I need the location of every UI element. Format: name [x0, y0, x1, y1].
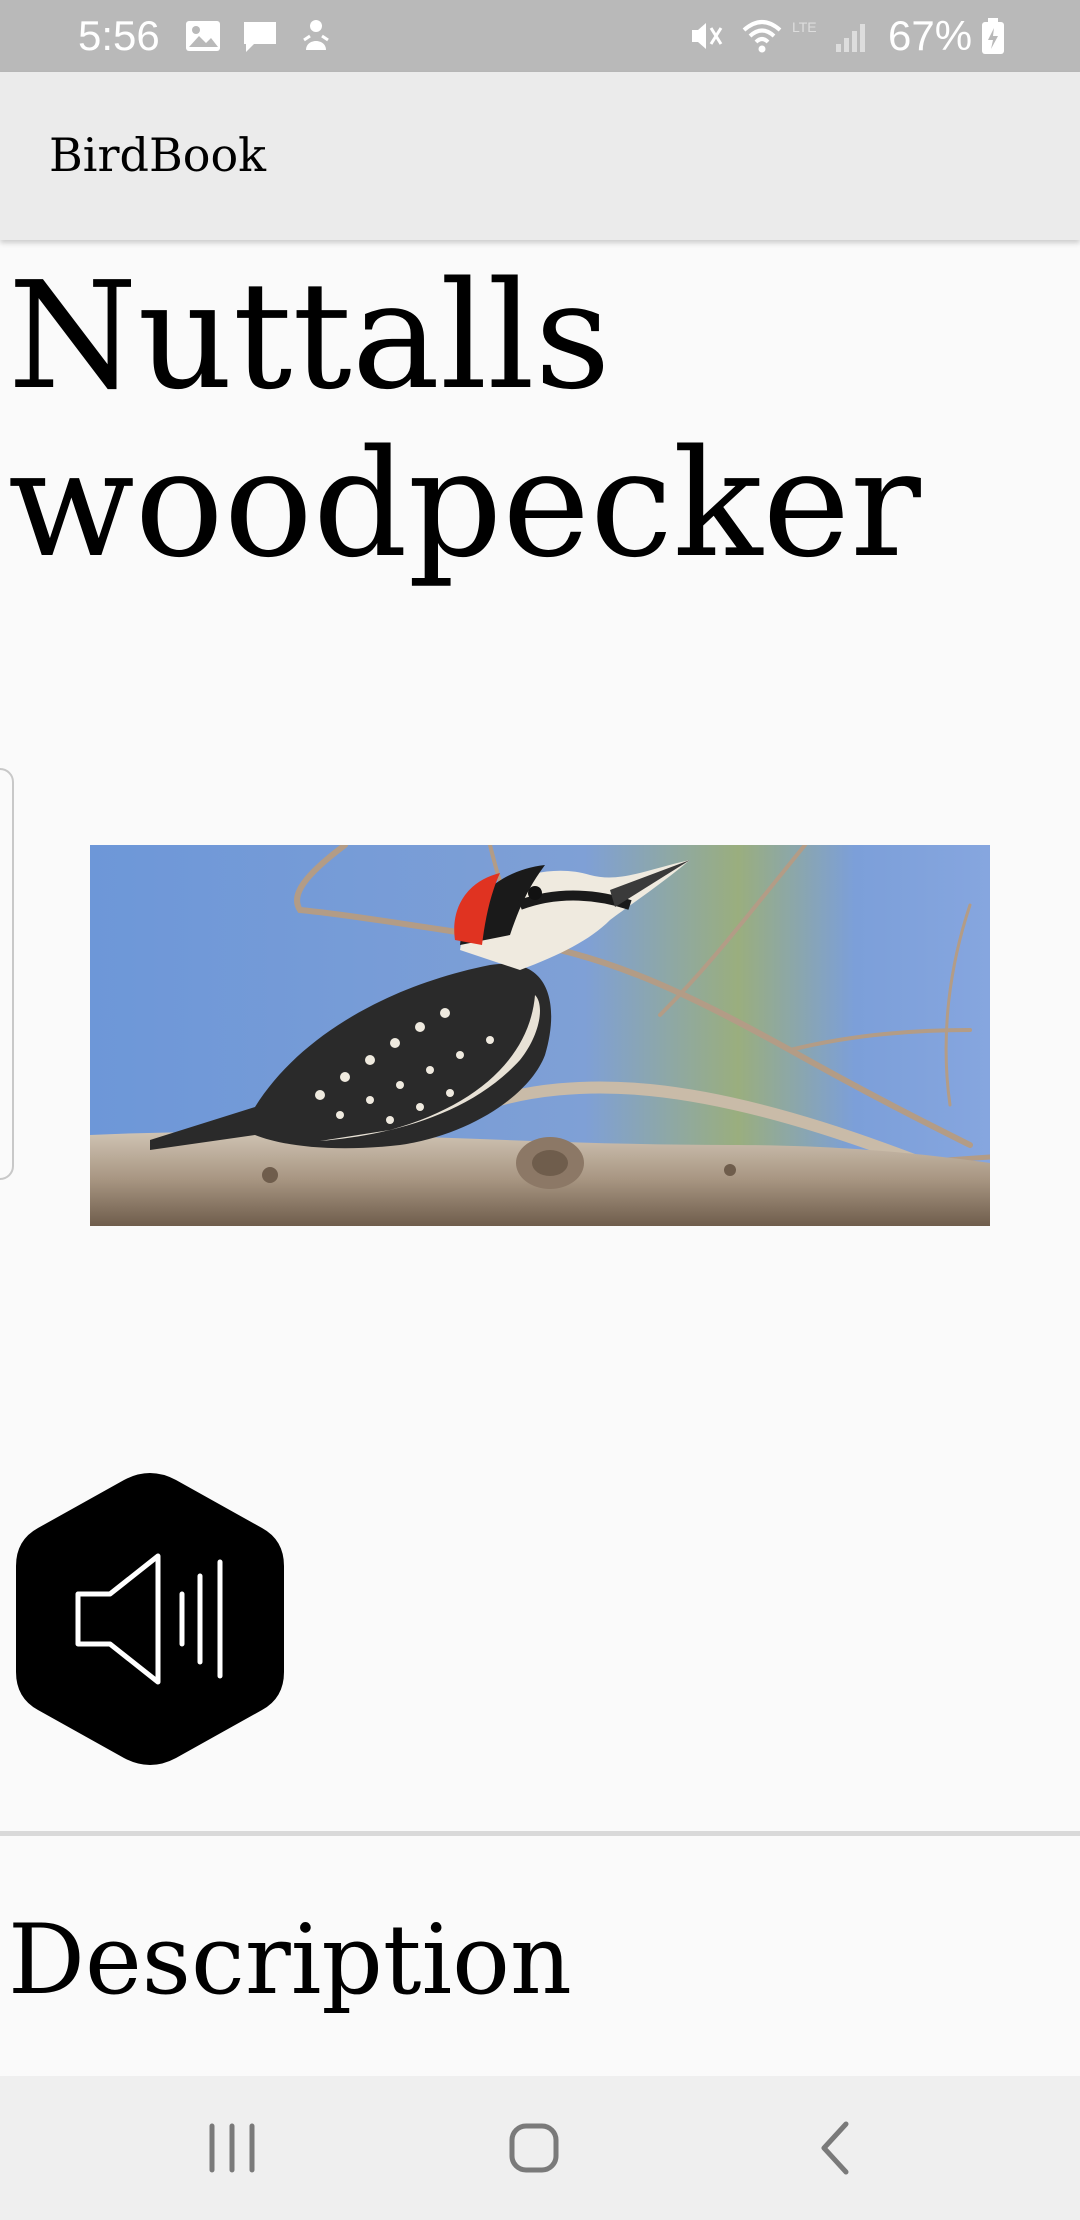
message-icon: [244, 22, 276, 52]
bird-name: Nuttalls woodpecker: [8, 250, 921, 590]
app-title: BirdBook: [49, 128, 267, 182]
mute-icon: [692, 23, 723, 49]
battery-icon: [982, 18, 1004, 54]
woodpecker-illustration: [90, 845, 990, 1226]
back-icon[interactable]: [800, 2112, 872, 2184]
battery-percent: 67%: [888, 12, 973, 59]
navigation-bar: [0, 2076, 1080, 2220]
gallery-icon: [186, 21, 220, 51]
recent-apps-icon[interactable]: [196, 2112, 268, 2184]
app-bar: BirdBook: [0, 72, 1080, 240]
section-divider: [0, 1831, 1080, 1836]
notification-icon: [303, 20, 329, 50]
svg-text:LTE: LTE: [792, 19, 817, 35]
bird-photo: [90, 845, 990, 1226]
status-bar: 5:56 LTE 67%: [0, 0, 1080, 72]
description-heading: Description: [8, 1904, 572, 2016]
status-time: 5:56: [78, 12, 160, 59]
signal-icon: LTE: [792, 19, 865, 52]
image-card-edge: [0, 768, 14, 1180]
home-icon[interactable]: [498, 2112, 570, 2184]
wifi-icon: [742, 20, 782, 53]
play-sound-button[interactable]: [16, 1472, 284, 1766]
